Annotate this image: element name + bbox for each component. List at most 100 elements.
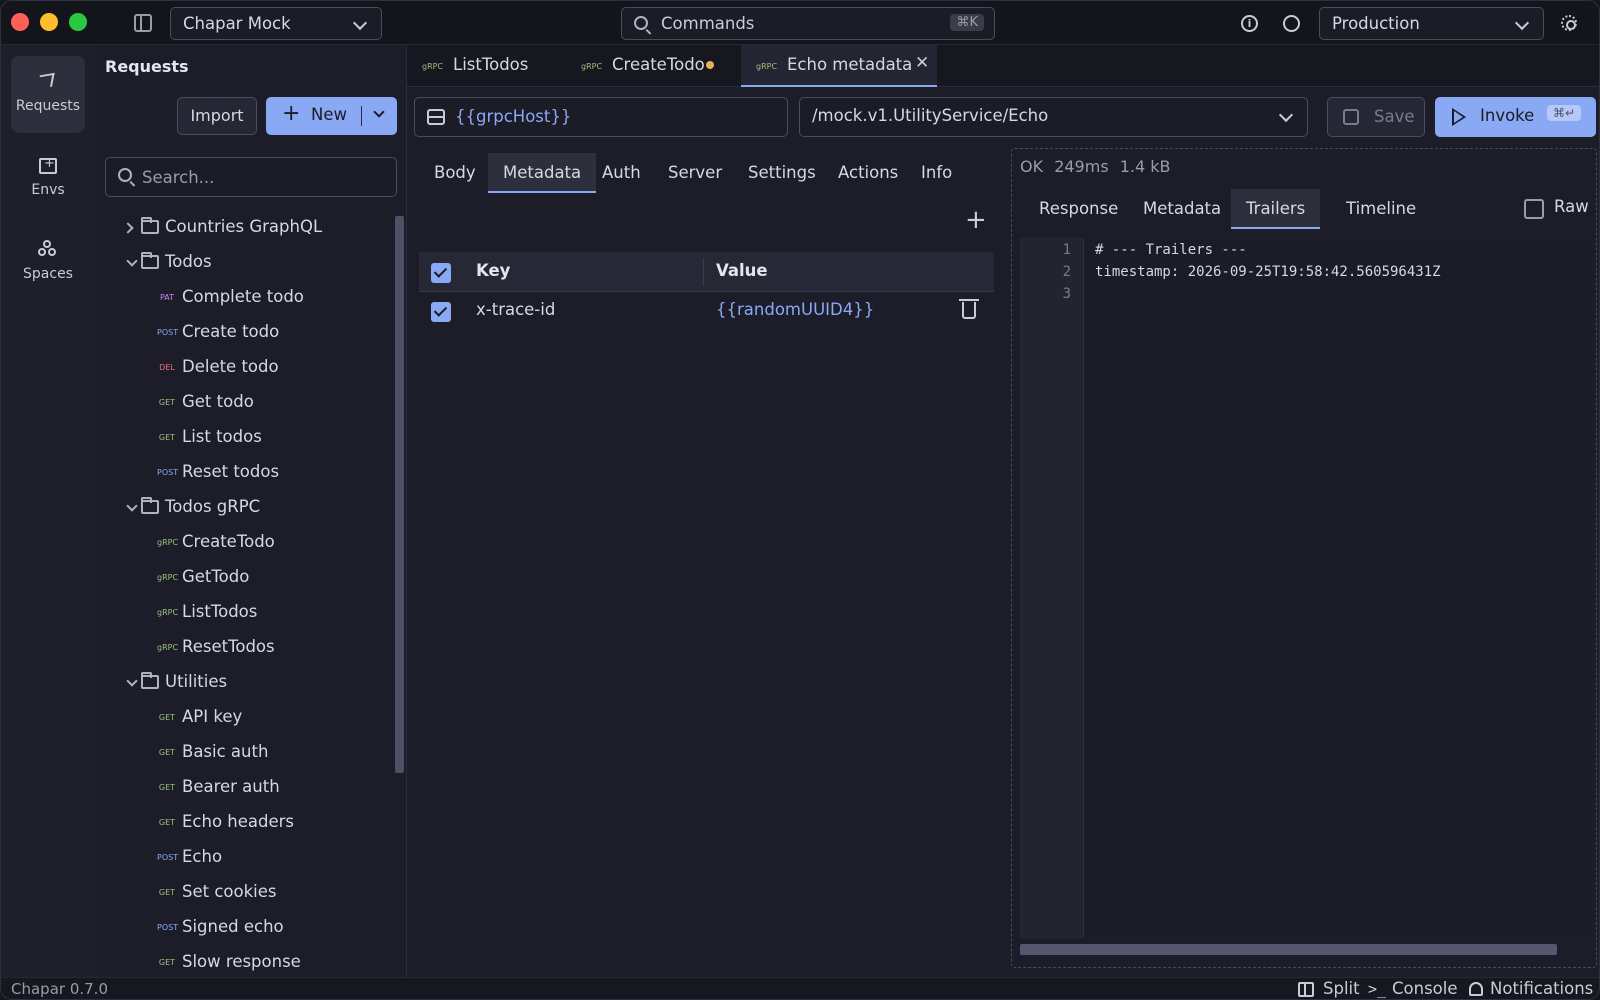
tree-request-item[interactable]: POST Reset todos: [95, 456, 395, 491]
tab-server[interactable]: Server: [653, 153, 737, 193]
folder-icon: [141, 252, 159, 269]
tree-request-item[interactable]: gRPC ResetTodos: [95, 631, 395, 666]
gear-icon[interactable]: [1561, 15, 1577, 31]
tree-request-item[interactable]: POST Echo: [95, 841, 395, 876]
chevron-right-icon[interactable]: [122, 222, 134, 234]
request-label: Echo: [182, 847, 223, 866]
tab-actions[interactable]: Actions: [823, 153, 913, 193]
method-badge: POST: [157, 328, 179, 337]
host-input[interactable]: {{grpcHost}}: [414, 97, 788, 137]
sidebar-toggle-icon[interactable]: [134, 14, 152, 32]
tab-info[interactable]: Info: [906, 153, 967, 193]
tree-request-item[interactable]: GET List todos: [95, 421, 395, 456]
command-palette-button[interactable]: Commands ⌘K: [621, 7, 995, 40]
rail-item-spaces[interactable]: Spaces: [11, 224, 85, 301]
folder-label: Todos: [165, 252, 212, 271]
command-palette-label: Commands: [661, 14, 755, 33]
tree-request-item[interactable]: gRPC ListTodos: [95, 596, 395, 631]
tab-label: CreateTodo: [612, 55, 705, 74]
notifications-button[interactable]: Notifications: [1490, 979, 1593, 998]
line-gutter: 1 2 3: [1020, 238, 1084, 938]
tree-request-item[interactable]: GET Set cookies: [95, 876, 395, 911]
tree-request-item[interactable]: POST Create todo: [95, 316, 395, 351]
chevron-down-icon[interactable]: [126, 255, 138, 267]
method-badge: GET: [158, 818, 176, 827]
tab-createtodo[interactable]: gRPC CreateTodo: [566, 45, 725, 87]
search-field[interactable]: [105, 157, 397, 197]
tree-request-item[interactable]: GET Basic auth: [95, 736, 395, 771]
row-enabled-checkbox[interactable]: [431, 302, 451, 322]
add-metadata-button[interactable]: +: [965, 205, 987, 235]
tree-request-item[interactable]: GET Slow response: [95, 946, 395, 981]
divider: [361, 106, 362, 126]
trash-icon[interactable]: [959, 299, 979, 319]
import-button[interactable]: Import: [177, 97, 257, 135]
tab-settings[interactable]: Settings: [733, 153, 831, 193]
tree-request-item[interactable]: GET API key: [95, 701, 395, 736]
tab-method: gRPC: [756, 62, 778, 71]
tab-echo-metadata[interactable]: gRPC Echo metadata ✕: [741, 45, 937, 87]
response-code-view[interactable]: 1 2 3 # --- Trailers --- timestamp: 2026…: [1020, 238, 1588, 938]
request-label: Delete todo: [182, 357, 279, 376]
chevron-down-icon[interactable]: [373, 106, 385, 118]
tree-folder[interactable]: Countries GraphQL: [95, 211, 395, 246]
method-badge: POST: [157, 468, 179, 477]
tab-metadata[interactable]: Metadata: [488, 153, 597, 193]
tab-trailers[interactable]: Trailers: [1231, 189, 1321, 229]
request-label: ResetTodos: [182, 637, 275, 656]
tab-listtodos[interactable]: gRPC ListTodos: [407, 45, 566, 87]
tree-folder[interactable]: Utilities: [95, 666, 395, 701]
tree-scrollbar[interactable]: [395, 216, 404, 773]
save-button[interactable]: Save: [1327, 97, 1425, 137]
tree-request-item[interactable]: GET Bearer auth: [95, 771, 395, 806]
rail-item-requests[interactable]: Requests: [11, 56, 85, 133]
response-horizontal-scrollbar[interactable]: [1020, 944, 1557, 955]
tree-request-item[interactable]: GET Get todo: [95, 386, 395, 421]
minimize-window-button[interactable]: [40, 13, 58, 31]
tab-auth[interactable]: Auth: [587, 153, 656, 193]
request-sub-tabs: Body Metadata Auth Server Settings Actio…: [419, 153, 999, 193]
split-button[interactable]: Split: [1323, 979, 1360, 998]
tab-timeline[interactable]: Timeline: [1331, 189, 1431, 229]
raw-label: Raw: [1554, 197, 1589, 216]
bell-icon: [1469, 982, 1483, 996]
folder-label: Utilities: [165, 672, 228, 691]
column-header-value: Value: [716, 261, 768, 280]
close-window-button[interactable]: [11, 13, 29, 31]
metadata-key[interactable]: x-trace-id: [476, 300, 555, 319]
chevron-down-icon: [1514, 15, 1530, 31]
workspace-select-label: Chapar Mock: [183, 14, 291, 33]
workspace-select[interactable]: Chapar Mock: [170, 7, 382, 40]
tree-request-item[interactable]: PAT Complete todo: [95, 281, 395, 316]
response-status: OK: [1020, 157, 1044, 176]
select-all-checkbox[interactable]: [431, 263, 451, 283]
method-badge: POST: [157, 853, 179, 862]
close-icon[interactable]: ✕: [915, 53, 929, 73]
environment-select[interactable]: Production: [1319, 7, 1544, 40]
tree-request-item[interactable]: POST Signed echo: [95, 911, 395, 946]
rail-item-envs[interactable]: Envs: [11, 140, 85, 217]
tree-folder[interactable]: Todos gRPC: [95, 491, 395, 526]
maximize-window-button[interactable]: [69, 13, 87, 31]
new-button[interactable]: + New: [266, 97, 397, 135]
tab-body[interactable]: Body: [419, 153, 491, 193]
cookie-icon[interactable]: [1283, 15, 1300, 32]
metadata-value[interactable]: {{randomUUID4}}: [716, 300, 874, 319]
chevron-down-icon[interactable]: [126, 500, 138, 512]
tab-response[interactable]: Response: [1024, 189, 1133, 229]
method-path: /mock.v1.UtilityService/Echo: [812, 106, 1049, 125]
tree-request-item[interactable]: gRPC CreateTodo: [95, 526, 395, 561]
environment-select-label: Production: [1332, 14, 1420, 33]
console-button[interactable]: Console: [1392, 979, 1458, 998]
tree-request-item[interactable]: GET Echo headers: [95, 806, 395, 841]
grpc-method-select[interactable]: /mock.v1.UtilityService/Echo: [799, 97, 1308, 137]
tab-response-metadata[interactable]: Metadata: [1128, 189, 1236, 229]
tree-request-item[interactable]: DEL Delete todo: [95, 351, 395, 386]
tree-folder[interactable]: Todos: [95, 246, 395, 281]
chevron-down-icon[interactable]: [126, 675, 138, 687]
invoke-button[interactable]: Invoke ⌘↵: [1435, 97, 1596, 137]
raw-checkbox[interactable]: [1524, 199, 1544, 219]
tree-request-item[interactable]: gRPC GetTodo: [95, 561, 395, 596]
search-input[interactable]: [142, 166, 382, 188]
info-icon[interactable]: i: [1241, 15, 1258, 32]
